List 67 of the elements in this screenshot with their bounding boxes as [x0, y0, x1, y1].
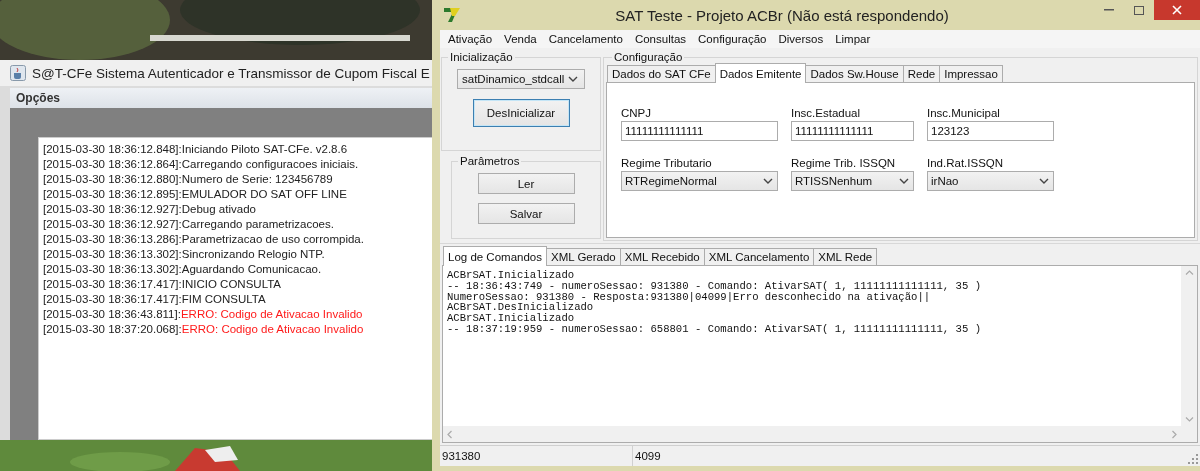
library-dropdown[interactable]: satDinamico_stdcall [457, 69, 585, 89]
maximize-icon [1134, 5, 1144, 15]
menu-item[interactable]: Diversos [772, 33, 830, 45]
log-line: [2015-03-30 18:36:13.286]:Parametrizacao de uso corrompida. [43, 232, 365, 247]
scroll-up-icon [1184, 270, 1194, 275]
log-line: [2015-03-30 18:36:13.302]:Sincronizando Relogio NTP. [43, 247, 326, 262]
dropdown[interactable]: RTISSNenhum [791, 171, 914, 191]
coffee-cup-icon [10, 65, 26, 81]
scroll-left-icon [447, 429, 452, 439]
field-label: Insc.Estadual [791, 107, 862, 120]
close-button[interactable] [1154, 0, 1200, 20]
action-button[interactable]: Ler [477, 173, 575, 194]
field-label: Regime Tributario [621, 157, 713, 170]
log-line: [2015-03-30 18:36:12.927]:Carregando parametrizacoes. [43, 217, 335, 232]
minimize-icon [1104, 9, 1114, 11]
chevron-down-icon [763, 178, 773, 184]
tab[interactable]: XML Rede [813, 248, 878, 265]
log-line: [2015-03-30 18:36:12.848]:Iniciando Piloto SAT-CFe. v2.8.6 [43, 142, 349, 157]
command-log: ACBrSAT.Inicializado -- 18:36:43:749 - numeroSessao: 931380 - Comando: AtivarSAT( 1, 11111111111111, 35 ) NumeroSessao: 931380 - Resposta:931380|04099|Erro desconhecido na ativação|| ACBrSAT.DesInicializado ACBrSAT.Inicializado -- 18:37:19:959 - numeroSessao: 658801 - Comando: AtivarSAT( 1, 11111111111111, 35 ) [446, 268, 982, 337]
log-line: [2015-03-30 18:36:13.302]:Aguardando Comunicacao. [43, 262, 323, 277]
group-title: Parâmetros [459, 155, 521, 167]
input-field[interactable]: 11111111111111 [621, 121, 778, 141]
log-line: [2015-03-30 18:36:12.927]:Debug ativado [43, 202, 257, 217]
log-line: [2015-03-30 18:36:12.880]:Numero de Serie: 123456789 [43, 172, 334, 187]
log-line: [2015-03-30 18:36:43.811]:ERRO: Codigo de Ativacao Invalido [43, 307, 364, 322]
group-title: Configuração [613, 51, 684, 63]
scroll-right-icon [1172, 429, 1177, 439]
menu-item[interactable]: Limpar [829, 33, 877, 45]
window-title: S@T-CFe Sistema Autenticador e Transmissor de Cupom Fiscal E [32, 65, 430, 81]
resize-grip-icon [1188, 454, 1198, 464]
deinitialize-button[interactable]: DesInicializar [472, 99, 570, 127]
group-title: Inicialização [449, 51, 514, 63]
vertical-scrollbar[interactable] [1181, 266, 1197, 426]
field-label: Regime Trib. ISSQN [791, 157, 897, 170]
scroll-down-icon [1184, 417, 1194, 422]
status-text: 931380 [442, 450, 481, 462]
tab[interactable]: Log de Comandos [443, 246, 547, 266]
input-field[interactable]: 11111111111111 [791, 121, 914, 141]
input-field[interactable]: 123123 [927, 121, 1054, 141]
chevron-down-icon [1039, 178, 1049, 184]
field-label: CNPJ [621, 107, 653, 120]
menu-item[interactable]: Venda [498, 33, 543, 45]
status-text: 4099 [635, 450, 661, 462]
log-line: [2015-03-30 18:36:17.417]:INICIO CONSULTA [43, 277, 282, 292]
log-line: [2015-03-30 18:37:20.068]:ERRO: Codigo de Ativacao Invalido [43, 322, 365, 337]
menu-item[interactable]: Ativação [442, 33, 499, 45]
tab[interactable]: Dados Emitente [714, 63, 807, 83]
menu-item[interactable]: Configuração [692, 33, 773, 45]
app-logo-icon [442, 6, 462, 24]
field-label: Insc.Municipal [927, 107, 1001, 120]
log-line: [2015-03-30 18:36:17.417]:FIM CONSULTA [43, 292, 267, 307]
tab[interactable]: Dados do SAT CFe [607, 65, 716, 82]
field-label: Ind.Rat.ISSQN [927, 157, 1005, 170]
dropdown[interactable]: irNao [927, 171, 1054, 191]
log-line: [2015-03-30 18:36:12.864]:Carregando configuracoes iniciais. [43, 157, 360, 172]
close-icon [1172, 5, 1182, 15]
action-button[interactable]: Salvar [477, 203, 575, 224]
menu-item[interactable]: Consultas [628, 33, 693, 45]
menu-item[interactable]: Cancelamento [542, 33, 629, 45]
menu-item[interactable]: Opções [14, 91, 62, 105]
chevron-down-icon [568, 76, 578, 82]
dropdown[interactable]: RTRegimeNormal [621, 171, 778, 191]
horizontal-scrollbar[interactable] [443, 426, 1181, 442]
log-line: [2015-03-30 18:36:12.895]:EMULADOR DO SAT OFF LINE [43, 187, 348, 202]
tab[interactable]: Impressao [939, 65, 1003, 82]
chevron-down-icon [899, 178, 909, 184]
window-title: SAT Teste - Projeto ACBr (Não está respondendo) [614, 6, 950, 24]
